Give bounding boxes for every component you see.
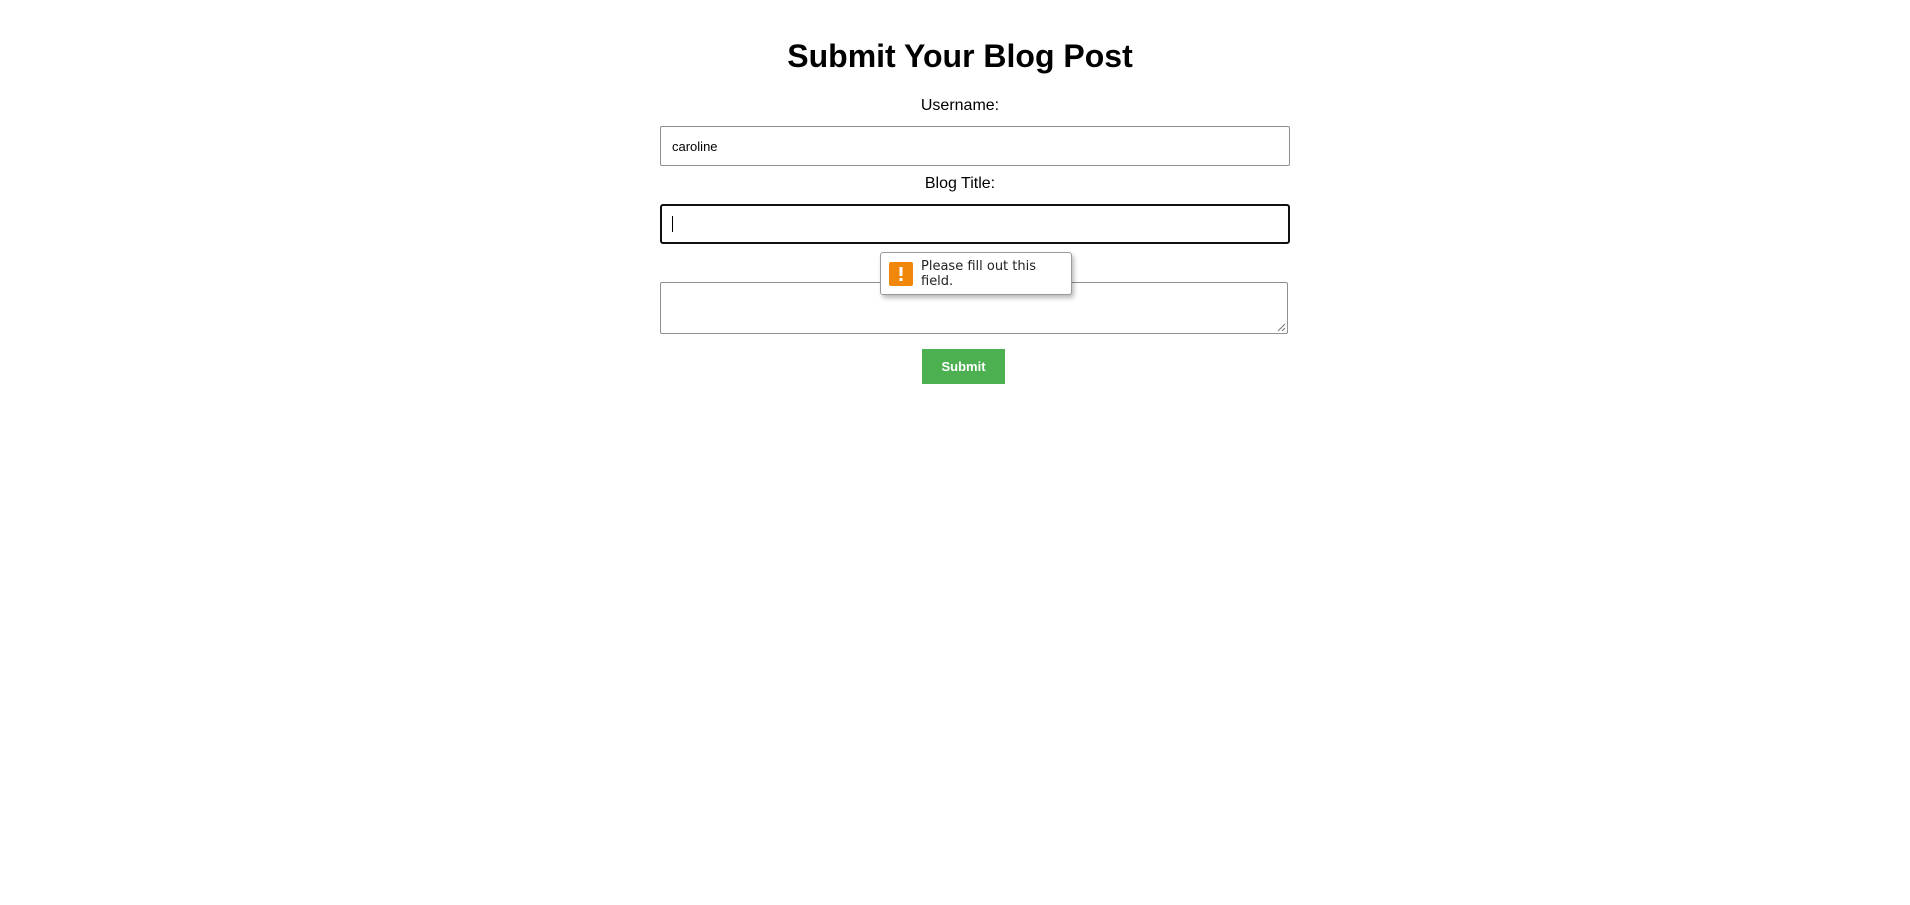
username-input[interactable]: caroline <box>660 126 1290 166</box>
blog-submit-page: Submit Your Blog Post Username: caroline… <box>0 0 1910 905</box>
validation-tooltip: Please fill out this field. <box>880 252 1072 295</box>
text-caret <box>672 216 673 232</box>
warning-icon <box>889 261 913 286</box>
submit-button[interactable]: Submit <box>922 349 1005 384</box>
blog-title-input[interactable] <box>660 204 1290 244</box>
validation-message: Please fill out this field. <box>921 258 1037 289</box>
username-label: Username: <box>920 97 1000 114</box>
username-value: caroline <box>672 138 718 154</box>
resize-handle-icon[interactable] <box>1276 322 1286 332</box>
blog-title-label: Blog Title: <box>924 175 996 192</box>
page-title: Submit Your Blog Post <box>787 38 1133 74</box>
